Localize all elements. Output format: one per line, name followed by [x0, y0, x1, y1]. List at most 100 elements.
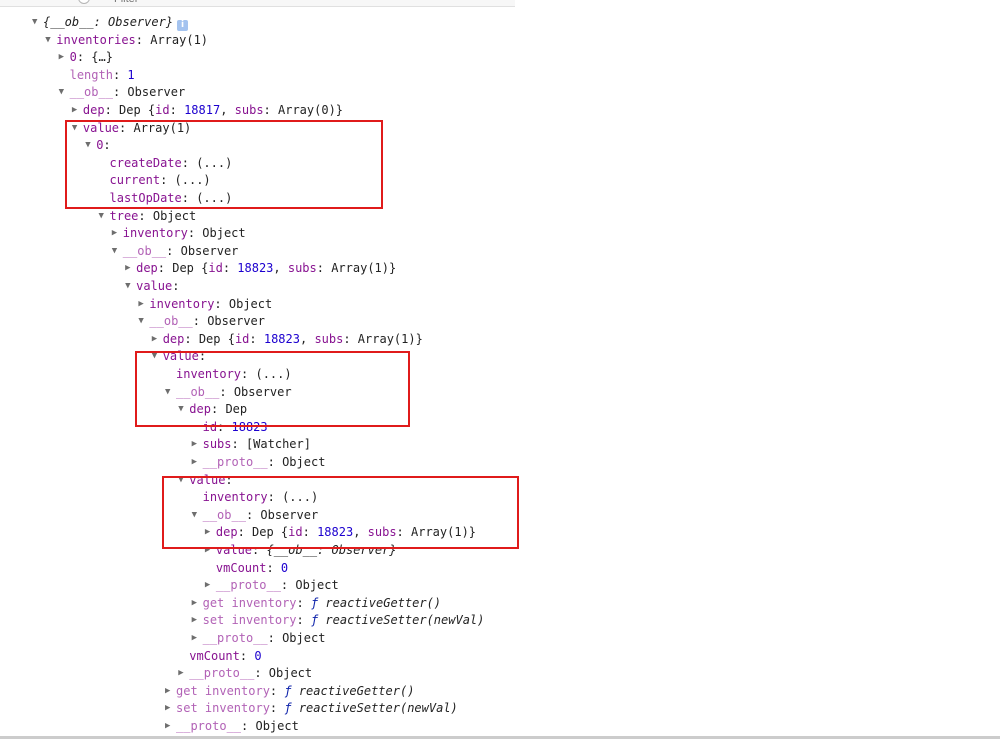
colon: :	[343, 331, 358, 346]
property-key: current	[109, 173, 161, 188]
expand-right-icon[interactable]: ▶	[112, 224, 123, 242]
property-value: (...)	[282, 490, 319, 505]
dep-prefix: Dep {	[172, 261, 209, 276]
tree-row[interactable]: ▼ dep: Dep	[178, 400, 247, 418]
property-value: 0	[280, 560, 289, 575]
colon: :	[296, 613, 311, 628]
colon: :	[135, 32, 151, 47]
tree-row[interactable]: ▶ 0: {…}	[59, 48, 113, 66]
property-key: id	[202, 419, 218, 434]
tree-row[interactable]: ▼ value: Array(1)	[72, 119, 191, 137]
tree-row[interactable]: ▶ __proto__: Object	[165, 717, 299, 735]
tree-row[interactable]: ▼ value:	[178, 471, 232, 489]
dep-id-value: 18823	[237, 261, 274, 276]
tree-row[interactable]: ▶ subs: [Watcher]	[192, 435, 311, 453]
expand-down-icon[interactable]: ▼	[45, 31, 56, 49]
expand-right-icon[interactable]: ▶	[205, 576, 216, 594]
property-key: get inventory	[176, 683, 270, 698]
dep-prefix: Dep {	[252, 525, 289, 540]
expand-right-icon[interactable]: ▶	[205, 541, 216, 559]
colon: :	[252, 543, 267, 557]
tree-row[interactable]: ▶ inventory: Object	[112, 224, 246, 242]
expand-right-icon[interactable]: ▶	[138, 295, 149, 313]
tree-row[interactable]: ▶ __proto__: Object	[178, 664, 312, 682]
tree-row[interactable]: ▼ {__ob__: Observer} i	[32, 13, 189, 31]
colon: :	[396, 525, 411, 540]
colon: :	[112, 85, 128, 100]
tree-row[interactable]: ▼ value:	[125, 277, 179, 295]
tree-row[interactable]: ▼ 0:	[85, 136, 110, 154]
expand-down-icon[interactable]: ▼	[112, 242, 123, 260]
property-key: dep	[162, 331, 185, 346]
colon: :	[249, 331, 264, 346]
expand-right-icon[interactable]: ▶	[165, 717, 176, 735]
expand-down-icon[interactable]: ▼	[152, 347, 163, 365]
expand-right-icon[interactable]: ▶	[192, 629, 203, 647]
property-value: Dep {id: 18823, subs: Array(1)}	[199, 332, 423, 346]
property-key: __ob__	[176, 384, 220, 399]
tree-row[interactable]: ▶ dep: Dep {id: 18823, subs: Array(1)}	[125, 259, 396, 277]
colon: :	[280, 578, 296, 593]
filter-icon[interactable]	[78, 0, 90, 4]
tree-row: length: 1	[59, 66, 135, 84]
tree-row[interactable]: ▶ get inventory: ƒ reactiveGetter()	[192, 594, 441, 612]
tree-row[interactable]: ▼ __ob__: Observer	[192, 506, 319, 524]
expand-down-icon[interactable]: ▼	[138, 312, 149, 330]
expand-right-icon[interactable]: ▶	[165, 682, 176, 700]
tree-row[interactable]: ▶ get inventory: ƒ reactiveGetter()	[165, 682, 414, 700]
tree-row: inventory: (...)	[192, 488, 319, 506]
info-icon[interactable]: i	[177, 20, 189, 31]
tree-row[interactable]: ▶ inventory: Object	[138, 295, 272, 313]
property-value: Object	[228, 296, 273, 311]
tree-row[interactable]: ▶ set inventory: ƒ reactiveSetter(newVal)	[165, 699, 458, 717]
expand-right-icon[interactable]: ▶	[72, 101, 83, 119]
expand-down-icon[interactable]: ▼	[99, 207, 110, 225]
expand-right-icon[interactable]: ▶	[205, 523, 216, 541]
colon: :	[76, 50, 92, 65]
expand-right-icon[interactable]: ▶	[178, 664, 189, 682]
tree-row[interactable]: ▶ dep: Dep {id: 18817, subs: Array(0)}	[72, 101, 343, 119]
expand-right-icon[interactable]: ▶	[59, 48, 70, 66]
tree-row[interactable]: ▶ value: {__ob__: Observer}	[205, 541, 397, 559]
expand-down-icon[interactable]: ▼	[192, 506, 203, 524]
expand-right-icon[interactable]: ▶	[192, 611, 203, 629]
expand-down-icon[interactable]: ▼	[178, 400, 189, 418]
tree-row[interactable]: ▼ __ob__: Observer	[112, 242, 239, 260]
expand-down-icon[interactable]: ▼	[178, 471, 189, 489]
tree-row[interactable]: ▼ __ob__: Observer	[59, 83, 186, 101]
expand-right-icon[interactable]: ▶	[125, 259, 136, 277]
expand-right-icon[interactable]: ▶	[192, 453, 203, 471]
expand-down-icon[interactable]: ▼	[32, 13, 43, 31]
expand-down-icon[interactable]: ▼	[125, 277, 136, 295]
dep-id-value: 18823	[263, 331, 300, 346]
expand-down-icon[interactable]: ▼	[85, 136, 96, 154]
tree-row[interactable]: ▶ __proto__: Object	[192, 629, 326, 647]
root-summary: {__ob__: Observer}	[43, 15, 174, 29]
expand-down-icon[interactable]: ▼	[72, 119, 83, 137]
function-icon: ƒ	[310, 595, 326, 610]
colon: :	[181, 155, 197, 170]
property-value: Dep {id: 18823, subs: Array(1)}	[172, 261, 396, 275]
expand-right-icon[interactable]: ▶	[152, 330, 163, 348]
property-key: 0	[69, 50, 77, 65]
tree-row[interactable]: ▶ dep: Dep {id: 18823, subs: Array(1)}	[152, 330, 423, 348]
tree-row[interactable]: ▶ dep: Dep {id: 18823, subs: Array(1)}	[205, 523, 476, 541]
property-key: value	[162, 349, 199, 364]
expand-right-icon[interactable]: ▶	[165, 699, 176, 717]
expand-down-icon[interactable]: ▼	[59, 83, 70, 101]
expand-right-icon[interactable]: ▶	[192, 435, 203, 453]
tree-row[interactable]: ▶ __proto__: Object	[205, 576, 339, 594]
tree-row[interactable]: ▶ __proto__: Object	[192, 453, 326, 471]
tree-row[interactable]: ▼ value:	[152, 347, 206, 365]
tree-row[interactable]: ▶ set inventory: ƒ reactiveSetter(newVal)	[192, 611, 485, 629]
expand-down-icon[interactable]: ▼	[165, 383, 176, 401]
colon: :	[187, 226, 203, 241]
tree-row[interactable]: ▼ __ob__: Observer	[138, 312, 265, 330]
tree-row[interactable]: ▼ __ob__: Observer	[165, 383, 292, 401]
tree-row[interactable]: ▼ inventories: Array(1)	[45, 31, 208, 49]
tree-row[interactable]: ▼ tree: Object	[99, 207, 197, 225]
expand-right-icon[interactable]: ▶	[192, 594, 203, 612]
property-value: 0	[254, 648, 262, 663]
filter-input[interactable]	[112, 0, 196, 6]
property-key: inventory	[149, 296, 215, 311]
